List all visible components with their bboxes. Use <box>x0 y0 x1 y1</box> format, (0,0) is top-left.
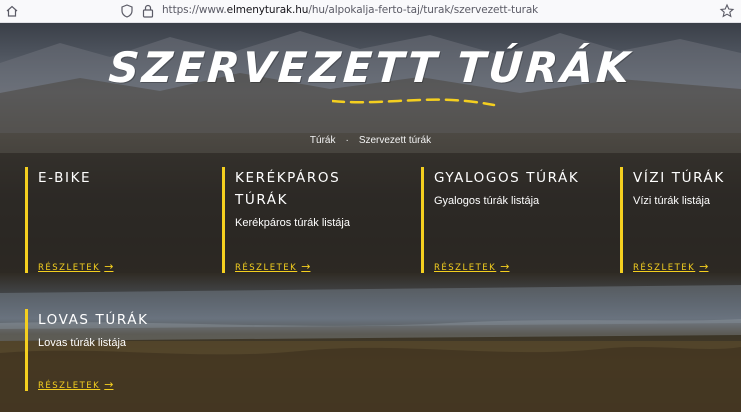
card-title: KERÉKPÁROS TÚRÁK <box>235 170 341 208</box>
details-link[interactable]: RÉSZLETEK → <box>235 260 310 273</box>
card-description: Lovas túrák listája <box>38 337 127 349</box>
page-title: SZERVEZETT TÚRÁK <box>107 43 634 92</box>
details-label: RÉSZLETEK <box>633 263 696 273</box>
card-description: Vízi túrák listája <box>633 195 711 207</box>
breadcrumb-link-turak[interactable]: Túrák <box>310 135 336 146</box>
details-link[interactable]: RÉSZLETEK → <box>38 378 113 391</box>
card-lovas-turak[interactable]: LOVAS TÚRÁK Lovas túrák listája RÉSZLETE… <box>25 309 188 391</box>
url-path: /hu/alpokalja-ferto-taj/turak/szervezett… <box>308 4 539 16</box>
arrow-right-icon: → <box>699 260 709 273</box>
details-link[interactable]: RÉSZLETEK → <box>38 260 113 273</box>
card-title: E-BIKE <box>38 170 92 186</box>
breadcrumb-separator: · <box>345 135 349 146</box>
arrow-right-icon: → <box>104 260 114 273</box>
home-icon[interactable] <box>4 3 20 19</box>
card-e-bike[interactable]: E-BIKE RÉSZLETEK → <box>25 167 163 273</box>
tracking-shield-icon[interactable] <box>120 3 134 19</box>
bookmark-star-icon[interactable] <box>719 3 735 19</box>
arrow-right-icon: → <box>500 260 510 273</box>
details-link[interactable]: RÉSZLETEK → <box>633 260 708 273</box>
url-domain: elmenyturak.hu <box>226 4 309 16</box>
card-description: Gyalogos túrák listája <box>434 195 540 207</box>
card-title: GYALOGOS TÚRÁK <box>434 170 580 186</box>
card-kerekparos-turak[interactable]: KERÉKPÁROS TÚRÁK Kerékpáros túrák listáj… <box>222 167 360 273</box>
browser-toolbar: https://www.elmenyturak.hu/hu/alpokalja-… <box>0 0 741 23</box>
url-prefix: https://www. <box>162 4 227 16</box>
hero-section: SZERVEZETT TÚRÁK Túrák · Szervezett túrák … <box>0 23 741 412</box>
arrow-right-icon: → <box>104 378 114 391</box>
card-description: Kerékpáros túrák listája <box>235 217 350 229</box>
lock-icon[interactable] <box>142 3 154 19</box>
card-vizi-turak[interactable]: VÍZI TÚRÁK Vízi túrák listája RÉSZLETEK → <box>620 167 741 273</box>
details-label: RÉSZLETEK <box>38 381 101 391</box>
title-underline <box>332 98 496 107</box>
card-title: VÍZI TÚRÁK <box>633 170 725 186</box>
details-label: RÉSZLETEK <box>38 263 101 273</box>
breadcrumb-current: Szervezett túrák <box>358 135 432 146</box>
breadcrumb: Túrák · Szervezett túrák <box>0 135 741 146</box>
address-bar[interactable]: https://www.elmenyturak.hu/hu/alpokalja-… <box>162 4 538 16</box>
details-link[interactable]: RÉSZLETEK → <box>434 260 509 273</box>
card-title: LOVAS TÚRÁK <box>38 312 149 328</box>
details-label: RÉSZLETEK <box>235 263 298 273</box>
card-gyalogos-turak[interactable]: GYALOGOS TÚRÁK Gyalogos túrák listája RÉ… <box>421 167 604 273</box>
details-label: RÉSZLETEK <box>434 263 497 273</box>
arrow-right-icon: → <box>301 260 311 273</box>
